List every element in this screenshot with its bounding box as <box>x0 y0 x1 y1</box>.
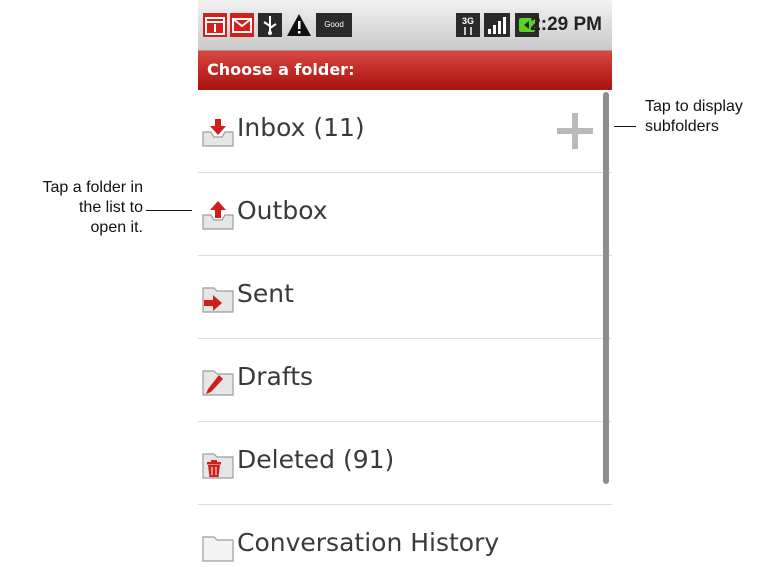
folder-label: Drafts <box>237 362 314 391</box>
folder-label: Sent <box>237 279 294 308</box>
callout-text: Tap to display <box>645 98 743 115</box>
deleted-icon <box>202 453 234 479</box>
folder-label: Conversation History <box>237 528 500 557</box>
scrollbar[interactable] <box>603 92 609 484</box>
folder-item-drafts[interactable]: Drafts <box>198 339 612 422</box>
mail-icon <box>230 13 254 37</box>
inbox-icon <box>202 119 234 147</box>
callout-subfolders: Tap to display subfolders <box>645 97 743 137</box>
folder-label: Deleted (91) <box>237 445 395 474</box>
status-time: 2:29 PM <box>530 14 602 35</box>
callout-text: Tap a folder in <box>42 179 143 196</box>
callout-text: the list to <box>78 199 143 216</box>
folder-item-sent[interactable]: Sent <box>198 256 612 339</box>
callout-leader-left <box>146 210 192 211</box>
callout-text: subfolders <box>645 118 719 135</box>
folder-item-deleted[interactable]: Deleted (91) <box>198 422 612 505</box>
folder-icon <box>202 536 234 562</box>
expand-subfolders-plus-icon[interactable] <box>556 112 594 150</box>
calendar-icon <box>203 13 227 37</box>
folder-item-inbox[interactable]: Inbox (11) <box>198 90 612 173</box>
folder-label: Outbox <box>237 196 328 225</box>
drafts-icon <box>202 370 234 396</box>
title-bar: Choose a folder: <box>198 51 612 90</box>
callout-text: open it. <box>90 219 143 236</box>
folder-label: Inbox (11) <box>237 113 365 142</box>
callout-leader-right <box>614 126 636 127</box>
callout-open-folder: Tap a folder in the list to open it. <box>0 178 143 238</box>
outbox-icon <box>202 201 234 230</box>
phone-screen: Good 3G 2:29 PM Choose a folder: Inbox (… <box>198 0 612 567</box>
network-badge-text: 3G <box>462 16 474 26</box>
good-badge-text: Good <box>324 20 344 29</box>
warning-icon <box>287 14 311 36</box>
sent-icon <box>202 287 234 313</box>
usb-icon <box>258 13 282 37</box>
good-icon: Good <box>316 13 352 37</box>
3g-icon: 3G <box>456 13 480 37</box>
page-title: Choose a folder: <box>207 60 355 79</box>
signal-icon <box>484 13 510 37</box>
status-bar: Good 3G 2:29 PM <box>198 0 612 51</box>
folder-item-conversation-history[interactable]: Conversation History <box>198 505 612 567</box>
folder-item-outbox[interactable]: Outbox <box>198 173 612 256</box>
